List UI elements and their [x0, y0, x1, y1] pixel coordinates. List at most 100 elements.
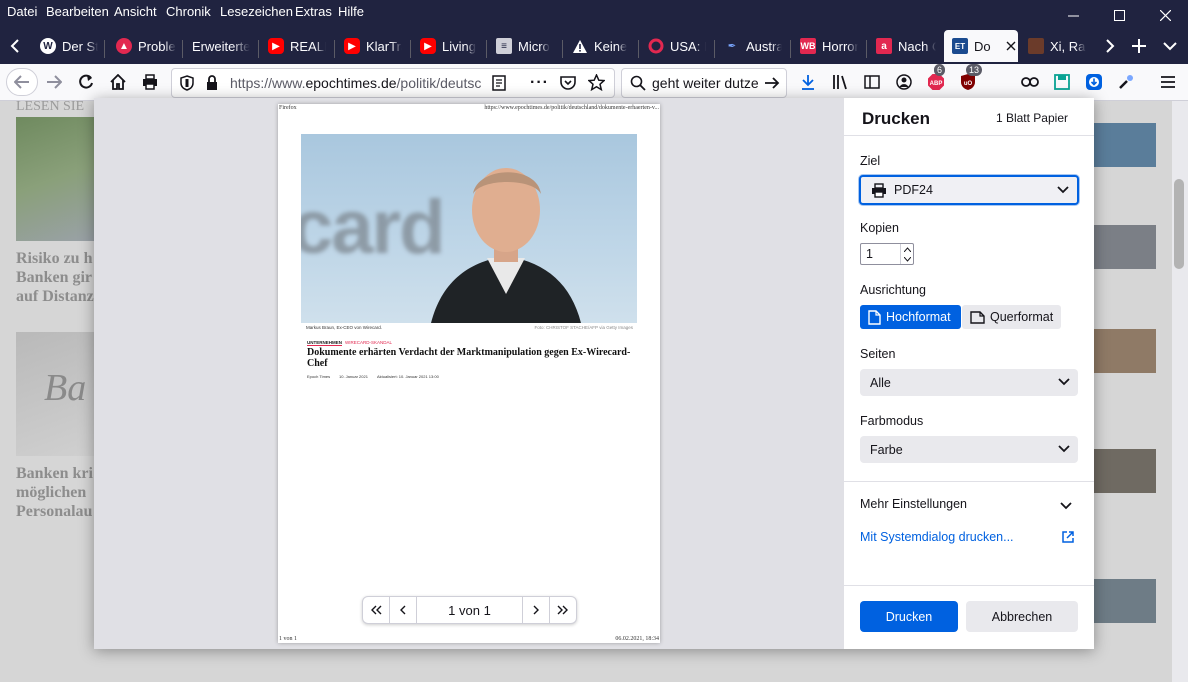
next-page-button[interactable]	[522, 597, 549, 623]
menu-ansicht[interactable]: Ansicht	[114, 4, 157, 19]
preview-sheet: Firefox https://www.epochtimes.de/politi…	[278, 104, 660, 643]
downloads-icon[interactable]	[794, 68, 822, 96]
article-author: Epoch Times	[307, 374, 331, 379]
new-tab-icon[interactable]	[1125, 32, 1153, 60]
tab[interactable]: ✒ Austra	[724, 32, 782, 60]
save-icon[interactable]	[1048, 68, 1076, 96]
tab[interactable]: W Der St	[40, 32, 98, 60]
article-teaser-2[interactable]: Banken kri möglichen Personalau	[16, 464, 93, 521]
double-chevron-right-icon	[557, 605, 568, 615]
tab-title: REALI	[290, 38, 326, 54]
reader-view-icon[interactable]	[492, 75, 506, 94]
download-manager-icon[interactable]	[1080, 68, 1108, 96]
print-toolbar-icon[interactable]	[136, 68, 164, 96]
video-thumbnail[interactable]	[1094, 579, 1156, 623]
library-icon[interactable]	[826, 68, 854, 96]
tab[interactable]: ▲ Proble	[116, 32, 176, 60]
previous-page-button[interactable]	[390, 597, 417, 623]
menu-hilfe[interactable]: Hilfe	[338, 4, 364, 19]
lock-icon[interactable]	[206, 75, 218, 94]
page-navigator: 1 von 1	[362, 596, 577, 624]
chevron-down-icon	[1057, 183, 1069, 197]
print-dialog-title: Drucken	[862, 109, 931, 128]
menu-datei[interactable]: Datei	[7, 4, 37, 19]
tab[interactable]: ≡ Micro	[496, 32, 554, 60]
external-link-icon	[1062, 531, 1074, 546]
sidebar-icon[interactable]	[858, 68, 886, 96]
search-go-icon[interactable]	[764, 76, 780, 93]
menu-bearbeiten[interactable]: Bearbeiten	[46, 4, 109, 19]
maximize-icon[interactable]	[1096, 0, 1142, 30]
destination-select[interactable]: PDF24	[859, 175, 1079, 205]
tab[interactable]: ▶ KlarTra	[344, 32, 402, 60]
system-dialog-link[interactable]: Mit Systemdialog drucken...	[860, 530, 1078, 544]
tab[interactable]: Keine	[572, 32, 630, 60]
copies-decrement[interactable]	[900, 254, 913, 264]
page-actions-icon[interactable]: ···	[530, 74, 549, 92]
scroll-tabs-right-icon[interactable]	[1096, 32, 1124, 60]
article-thumbnail[interactable]	[16, 117, 96, 241]
portrait-toggle[interactable]: Hochformat	[860, 305, 961, 329]
list-all-tabs-icon[interactable]	[1156, 32, 1184, 60]
divider	[844, 135, 1094, 136]
menu-chronik[interactable]: Chronik	[166, 4, 211, 19]
person-figure	[431, 168, 581, 323]
article-teaser-1[interactable]: Risiko zu h Banken gir auf Distanz	[16, 249, 94, 306]
link-icon[interactable]	[1016, 68, 1044, 96]
pocket-icon[interactable]	[560, 75, 576, 93]
tab-active[interactable]: ET Do	[944, 30, 1018, 62]
home-icon[interactable]	[104, 68, 132, 96]
tab-separator	[182, 40, 183, 58]
tracking-protection-icon[interactable]	[180, 75, 194, 94]
page-scrollbar-thumb[interactable]	[1174, 179, 1184, 269]
menu-extras[interactable]: Extras	[295, 4, 332, 19]
search-bar[interactable]: geht weiter dutze	[621, 68, 787, 98]
pages-select[interactable]: Alle	[860, 369, 1078, 396]
account-icon[interactable]	[890, 68, 918, 96]
cancel-button[interactable]: Abbrechen	[966, 601, 1078, 632]
close-tab-icon[interactable]	[1006, 39, 1016, 54]
tab-separator	[334, 40, 335, 58]
tab[interactable]: ▶ Living	[420, 32, 478, 60]
print-button[interactable]: Drucken	[860, 601, 958, 632]
reload-icon[interactable]	[72, 68, 100, 96]
bookmark-star-icon[interactable]	[587, 73, 606, 94]
tab[interactable]: Erweiterte	[192, 32, 250, 60]
copies-increment[interactable]	[900, 244, 913, 254]
close-icon[interactable]	[1142, 0, 1188, 30]
more-settings-toggle[interactable]: Mehr Einstellungen	[860, 497, 1078, 511]
video-thumbnail[interactable]	[1094, 329, 1156, 373]
video-thumbnail[interactable]	[1094, 225, 1156, 269]
tab[interactable]: WB Horror	[800, 32, 858, 60]
first-page-button[interactable]	[363, 597, 390, 623]
tab-separator	[258, 40, 259, 58]
landscape-toggle[interactable]: Querformat	[962, 305, 1061, 329]
last-page-button[interactable]	[549, 597, 576, 623]
print-preview-pane: Firefox https://www.epochtimes.de/politi…	[94, 98, 844, 649]
url-text[interactable]: https://www.epochtimes.de/politik/deutsc	[230, 75, 484, 91]
portrait-label: Hochformat	[886, 310, 951, 324]
tab[interactable]: a Nach C	[876, 32, 936, 60]
scroll-tabs-left-icon[interactable]	[1, 32, 29, 60]
back-icon[interactable]	[6, 68, 38, 96]
search-input[interactable]: geht weiter dutze	[652, 75, 762, 91]
tab[interactable]: Xi, Rar	[1028, 32, 1086, 60]
video-thumbnail[interactable]	[1094, 123, 1156, 167]
hamburger-menu-icon[interactable]	[1154, 68, 1182, 96]
url-bar[interactable]: https://www.epochtimes.de/politik/deutsc…	[171, 68, 615, 98]
tab[interactable]: ▶ REALI	[268, 32, 326, 60]
youtube-icon: ▶	[268, 38, 284, 54]
article-thumbnail[interactable]: Ba	[16, 332, 96, 456]
minimize-icon[interactable]	[1050, 0, 1096, 30]
landscape-label: Querformat	[990, 310, 1054, 324]
eyedropper-icon[interactable]	[1112, 68, 1140, 96]
color-mode-select[interactable]: Farbe	[860, 436, 1078, 463]
video-thumbnail[interactable]	[1094, 449, 1156, 493]
ublock-origin-icon[interactable]: uO 13	[954, 64, 983, 96]
adblock-plus-icon[interactable]: ABP 6	[922, 64, 950, 96]
article-tag: WIRECARD-SKANDAL	[345, 340, 393, 345]
tab[interactable]: USA: K	[648, 32, 706, 60]
menu-lesezeichen[interactable]: Lesezeichen	[220, 4, 293, 19]
forward-icon[interactable]	[40, 68, 68, 96]
red-circle-icon: ▲	[116, 38, 132, 54]
